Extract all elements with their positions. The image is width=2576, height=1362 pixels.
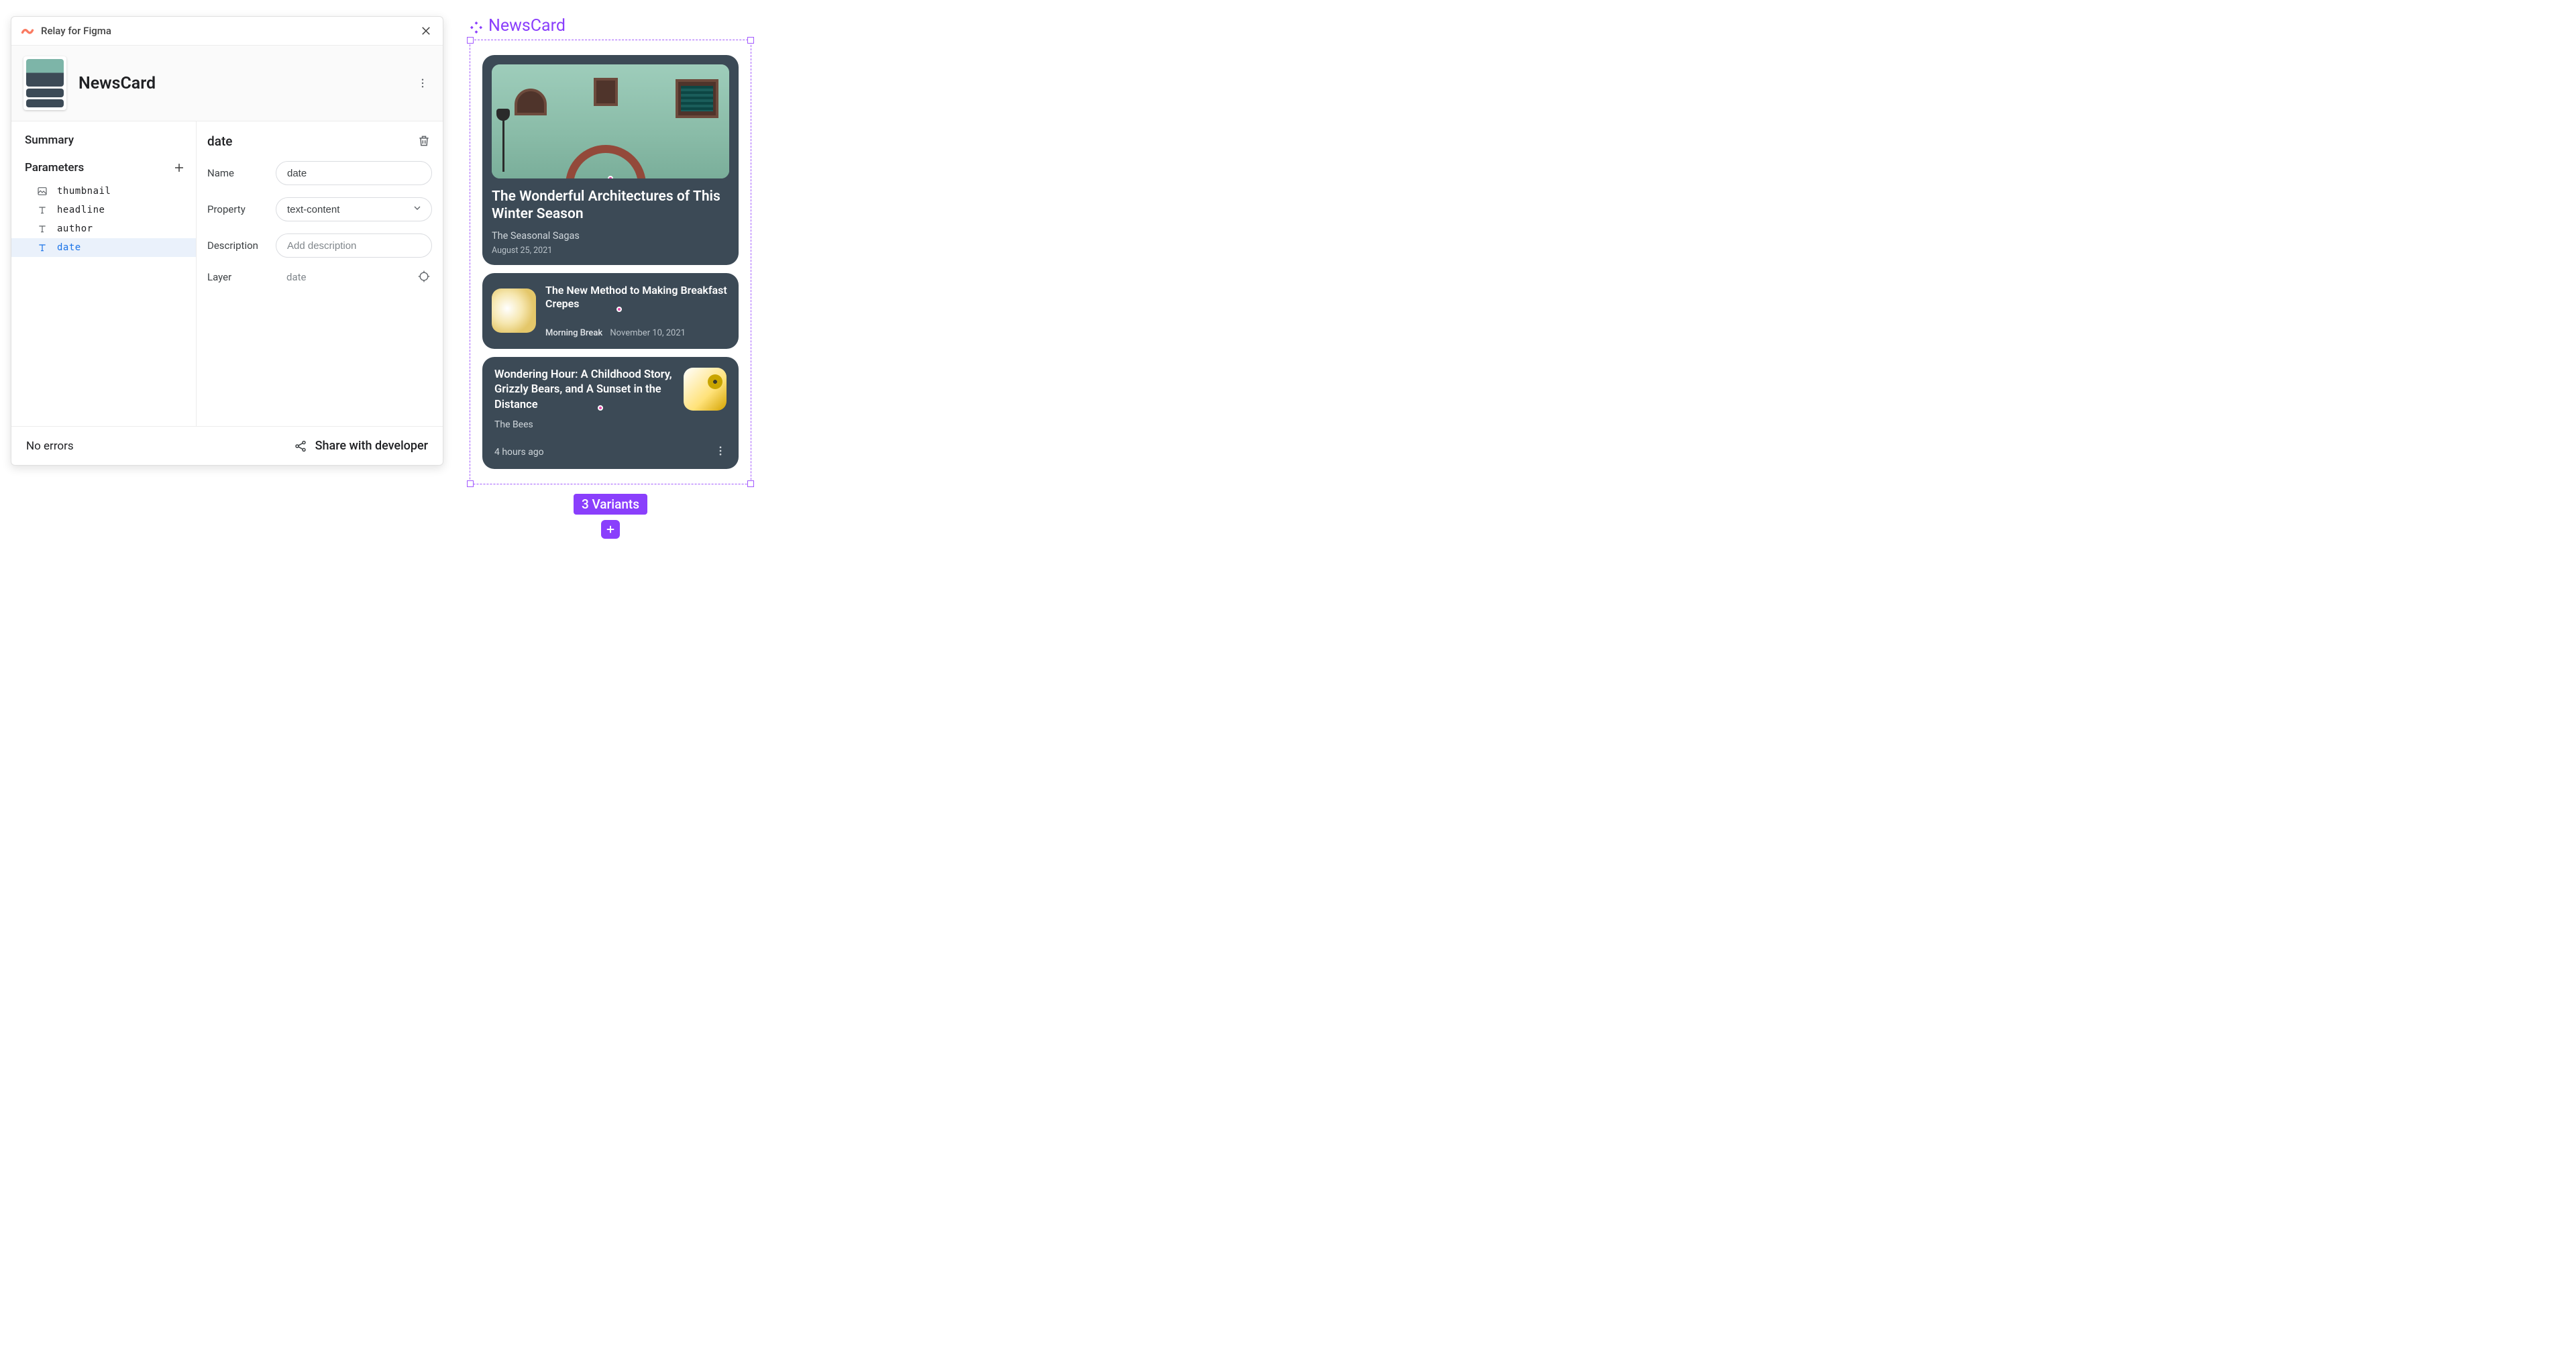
card-thumbnail (684, 368, 727, 411)
card-thumbnail (492, 289, 536, 333)
add-variant-button[interactable] (601, 520, 620, 539)
resize-handle[interactable] (467, 480, 474, 487)
parameter-label: headline (57, 205, 105, 215)
anchor-point-icon (608, 176, 613, 178)
name-field-label: Name (207, 167, 269, 179)
card-author: Morning Break (545, 328, 602, 338)
sidebar-summary[interactable]: Summary (11, 134, 196, 159)
parameters-header: Parameters (25, 161, 84, 174)
locate-layer-button[interactable] (417, 270, 432, 284)
share-label: Share with developer (315, 439, 428, 453)
newscard-variant-hero[interactable]: The Wonderful Architectures of This Wint… (482, 55, 739, 265)
parameter-date[interactable]: date (11, 238, 196, 257)
card-thumbnail (492, 64, 729, 178)
component-frame[interactable]: The Wonderful Architectures of This Wint… (470, 40, 751, 484)
card-author: The Bees (494, 419, 673, 430)
newscard-variant-compact[interactable]: Wondering Hour: A Childhood Story, Grizz… (482, 357, 739, 469)
text-icon (37, 242, 48, 253)
card-author: The Seasonal Sagas (492, 230, 729, 242)
plugin-footer: No errors Share with developer (11, 426, 443, 465)
card-date: August 25, 2021 (492, 246, 729, 256)
newscard-variant-audio[interactable]: The New Method to Making Breakfast Crepe… (482, 273, 739, 350)
layer-field-label: Layer (207, 271, 269, 283)
component-frame-label[interactable]: NewsCard (470, 16, 751, 36)
card-more-button[interactable] (714, 445, 727, 460)
description-input[interactable] (276, 233, 432, 258)
text-icon (37, 223, 48, 234)
plugin-title: Relay for Figma (41, 25, 111, 37)
relay-plugin-panel: Relay for Figma NewsCard Summary Paramet… (11, 16, 443, 466)
card-headline: The Wonderful Architectures of This Wint… (492, 188, 729, 223)
resize-handle[interactable] (747, 37, 754, 44)
text-icon (37, 205, 48, 215)
share-with-developer-button[interactable]: Share with developer (294, 439, 428, 453)
close-button[interactable] (419, 23, 433, 38)
add-parameter-button[interactable] (170, 159, 188, 176)
resize-handle[interactable] (467, 37, 474, 44)
resize-handle[interactable] (747, 480, 754, 487)
frame-label-text: NewsCard (488, 16, 566, 36)
parameter-thumbnail[interactable]: thumbnail (11, 182, 196, 201)
parameter-author[interactable]: author (11, 219, 196, 238)
layer-value: date (276, 271, 411, 283)
component-icon (470, 19, 483, 33)
image-icon (37, 186, 48, 197)
status-text: No errors (26, 439, 74, 453)
parameter-detail-pane: date Name Property Descriptio (197, 121, 443, 426)
card-headline: The New Method to Making Breakfast Crepe… (545, 284, 729, 312)
component-header: NewsCard (11, 45, 443, 121)
parameter-headline[interactable]: headline (11, 201, 196, 219)
delete-parameter-button[interactable] (417, 134, 432, 149)
card-date: November 10, 2021 (610, 328, 686, 338)
card-headline: Wondering Hour: A Childhood Story, Grizz… (494, 368, 673, 413)
property-field-label: Property (207, 203, 269, 215)
plugin-sidebar: Summary Parameters thumbnail headline (11, 121, 197, 426)
share-icon (294, 439, 307, 453)
parameter-label: author (57, 223, 93, 234)
plugin-titlebar: Relay for Figma (11, 17, 443, 45)
name-input[interactable] (276, 161, 432, 185)
parameter-label: date (57, 242, 81, 253)
description-field-label: Description (207, 240, 269, 252)
card-date: 4 hours ago (494, 447, 544, 458)
relay-logo-icon (21, 24, 34, 38)
component-more-button[interactable] (415, 75, 431, 91)
detail-title: date (207, 134, 232, 149)
component-name: NewsCard (78, 74, 156, 93)
parameter-label: thumbnail (57, 186, 111, 197)
component-thumbnail-preview (23, 56, 66, 110)
property-select[interactable] (276, 197, 432, 221)
variants-count-badge[interactable]: 3 Variants (574, 494, 647, 515)
figma-canvas: NewsCard The Wonderful Architectures of … (470, 16, 751, 539)
